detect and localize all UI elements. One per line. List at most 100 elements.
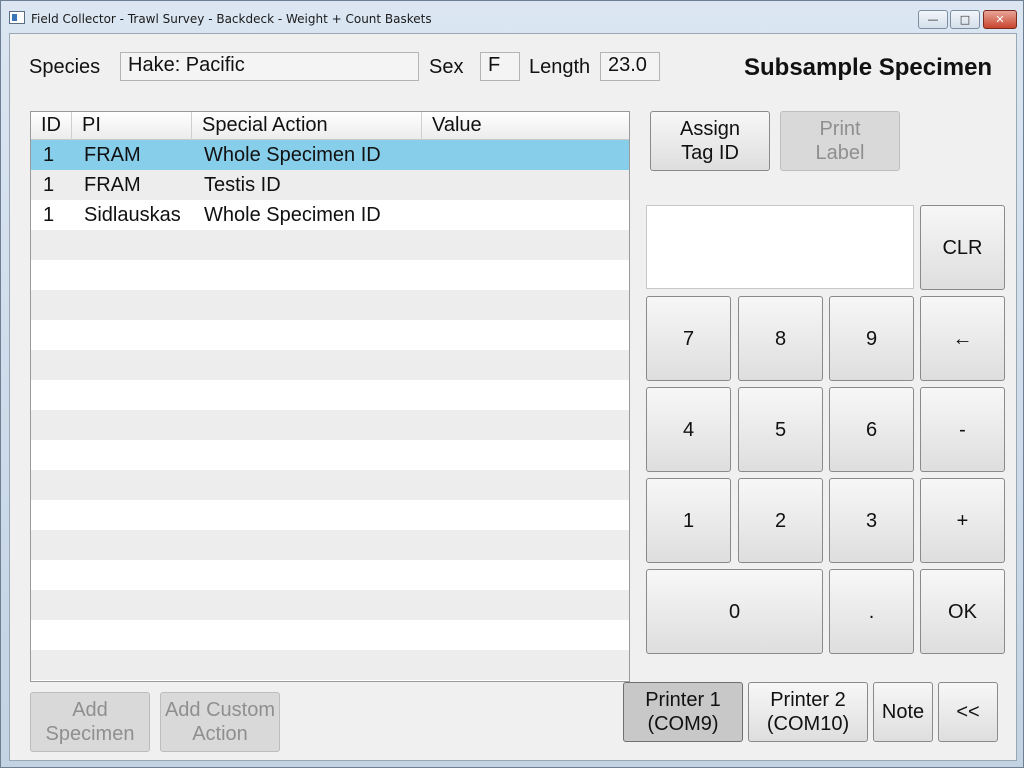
cell-pi — [72, 470, 192, 500]
clear-button[interactable]: CLR — [920, 205, 1005, 290]
table-row[interactable] — [31, 320, 629, 350]
cell-id — [31, 290, 72, 320]
table-row[interactable] — [31, 650, 629, 680]
cell-special-action: Whole Specimen ID — [204, 144, 381, 166]
table-row[interactable] — [31, 470, 629, 500]
cell-special-action — [192, 620, 422, 650]
decimal-point-button[interactable]: . — [829, 569, 914, 654]
cell-pi — [72, 380, 192, 410]
keypad-9-button[interactable]: 9 — [829, 296, 914, 381]
cell-special-action — [192, 650, 422, 680]
assign-tag-id-button[interactable]: Assign Tag ID — [650, 111, 770, 171]
cell-id — [31, 620, 72, 650]
keypad-6-button[interactable]: 6 — [829, 387, 914, 472]
table-row[interactable] — [31, 380, 629, 410]
title-bar[interactable]: Field Collector - Trawl Survey - Backdec… — [1, 1, 1023, 33]
cell-value — [422, 170, 629, 200]
cell-id — [31, 320, 72, 350]
cell-value — [422, 140, 629, 170]
app-icon — [9, 11, 25, 24]
cell-pi — [72, 260, 192, 290]
table-row[interactable] — [31, 440, 629, 470]
cell-id — [31, 650, 72, 680]
cell-id — [31, 560, 72, 590]
cell-id — [31, 500, 72, 530]
keypad-2-button[interactable]: 2 — [738, 478, 823, 563]
table-row[interactable]: 1 FRAM Whole Specimen ID — [31, 140, 629, 170]
keypad-4-button[interactable]: 4 — [646, 387, 731, 472]
cell-special-action — [192, 500, 422, 530]
specimen-actions-table[interactable]: ID PI Special Action Value 1 FRAM Whole Sp… — [30, 111, 630, 682]
column-header-pi[interactable]: PI — [72, 112, 192, 140]
cell-id — [31, 230, 72, 260]
column-header-special-action[interactable]: Special Action — [192, 112, 422, 140]
cell-value — [422, 260, 629, 290]
backspace-button[interactable]: ← — [920, 296, 1005, 381]
cell-pi — [72, 650, 192, 680]
cell-id — [31, 260, 72, 290]
table-row[interactable] — [31, 590, 629, 620]
main-panel: Species Hake: Pacific Sex F Length 23.0 … — [9, 33, 1017, 761]
table-row[interactable] — [31, 560, 629, 590]
cell-pi — [72, 590, 192, 620]
table-row[interactable] — [31, 620, 629, 650]
maximize-button[interactable]: □ — [950, 10, 980, 29]
cell-value — [422, 500, 629, 530]
cell-id — [31, 530, 72, 560]
keypad-0-button[interactable]: 0 — [646, 569, 823, 654]
cell-pi: FRAM — [84, 174, 141, 196]
table-row[interactable] — [31, 230, 629, 260]
table-row[interactable] — [31, 530, 629, 560]
table-row[interactable] — [31, 290, 629, 320]
keypad-5-button[interactable]: 5 — [738, 387, 823, 472]
close-button[interactable]: ✕ — [983, 10, 1017, 29]
cell-pi — [72, 320, 192, 350]
sex-label: Sex — [429, 56, 464, 78]
table-row[interactable] — [31, 350, 629, 380]
cell-special-action — [192, 470, 422, 500]
cell-value — [422, 650, 629, 680]
cell-id — [31, 410, 72, 440]
printer-2-button[interactable]: Printer 2 (COM10) — [748, 682, 868, 742]
table-row[interactable] — [31, 260, 629, 290]
cell-pi — [72, 350, 192, 380]
cell-special-action — [192, 560, 422, 590]
back-button[interactable]: << — [938, 682, 998, 742]
keypad-8-button[interactable]: 8 — [738, 296, 823, 381]
table-row[interactable]: 1 Sidlauskas Whole Specimen ID — [31, 200, 629, 230]
ok-button[interactable]: OK — [920, 569, 1005, 654]
species-field: Hake: Pacific — [120, 52, 419, 81]
add-custom-action-button[interactable]: Add Custom Action — [160, 692, 280, 752]
cell-pi — [72, 620, 192, 650]
cell-special-action — [192, 230, 422, 260]
length-label: Length — [529, 56, 591, 78]
column-header-id[interactable]: ID — [31, 112, 72, 140]
window-title: Field Collector - Trawl Survey - Backdec… — [31, 12, 432, 26]
cell-value — [422, 620, 629, 650]
minus-button[interactable]: - — [920, 387, 1005, 472]
column-header-value[interactable]: Value — [422, 112, 629, 140]
print-label-button[interactable]: Print Label — [780, 111, 900, 171]
note-button[interactable]: Note — [873, 682, 933, 742]
table-body: 1 FRAM Whole Specimen ID 1 FRAM Testis ID 1 Sid… — [31, 140, 629, 680]
table-row[interactable] — [31, 500, 629, 530]
keypad-1-button[interactable]: 1 — [646, 478, 731, 563]
table-row[interactable] — [31, 410, 629, 440]
printer-1-button[interactable]: Printer 1 (COM9) — [623, 682, 743, 742]
cell-special-action: Whole Specimen ID — [204, 204, 381, 226]
cell-special-action — [192, 260, 422, 290]
keypad-3-button[interactable]: 3 — [829, 478, 914, 563]
keypad-7-button[interactable]: 7 — [646, 296, 731, 381]
cell-id — [31, 590, 72, 620]
add-specimen-button[interactable]: Add Specimen — [30, 692, 150, 752]
cell-special-action — [192, 290, 422, 320]
cell-pi: Sidlauskas — [84, 204, 181, 226]
cell-pi — [72, 290, 192, 320]
cell-value — [422, 470, 629, 500]
cell-value — [422, 230, 629, 260]
cell-pi: FRAM — [84, 144, 141, 166]
plus-button[interactable]: + — [920, 478, 1005, 563]
cell-value — [422, 380, 629, 410]
table-row[interactable]: 1 FRAM Testis ID — [31, 170, 629, 200]
minimize-button[interactable]: — — [918, 10, 948, 29]
